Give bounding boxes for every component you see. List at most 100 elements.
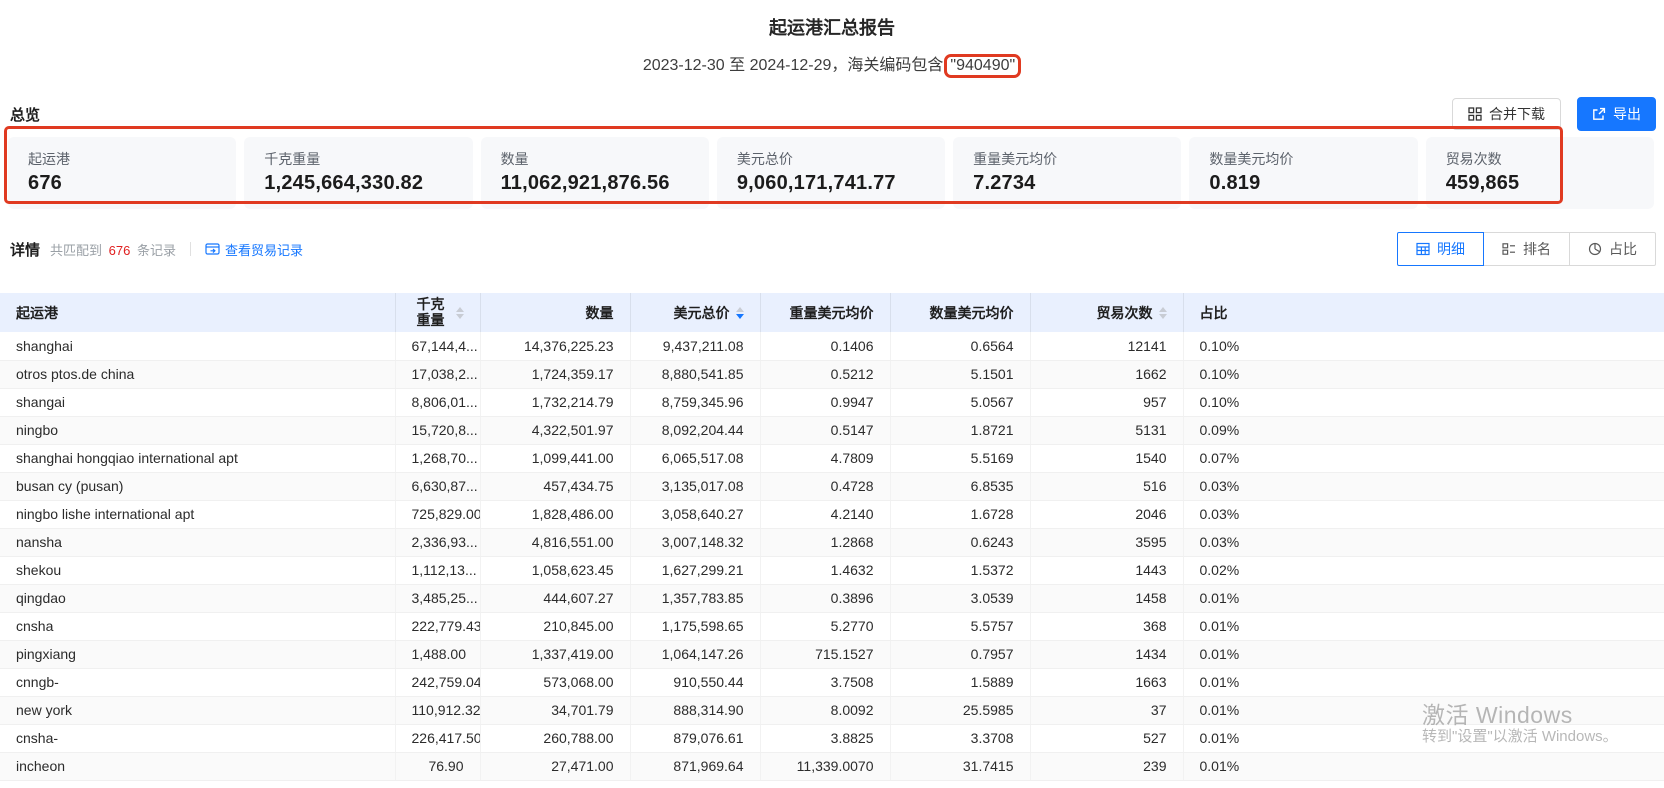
report-page: 起运港汇总报告 2023-12-30 至 2024-12-29，海关编码包含"9…: [0, 0, 1664, 788]
header-usd_total-inner: 美元总价: [631, 303, 760, 323]
cell-trade_count: 1662: [1030, 360, 1183, 388]
cell-quantity: 1,724,359.17: [480, 360, 630, 388]
sort-caret-down-icon: [736, 314, 744, 319]
summary-card-label: 美元总价: [737, 149, 925, 169]
cell-weight_kg: 76.90: [395, 752, 480, 780]
cell-weight_kg: 17,038,2...: [395, 360, 480, 388]
header-trade_count[interactable]: 贸易次数: [1030, 293, 1183, 332]
summary-card-value: 7.2734: [973, 172, 1161, 195]
summary-card: 千克重量1,245,664,330.82: [244, 137, 472, 209]
tab-rank-label: 排名: [1523, 239, 1551, 259]
cell-weight_kg: 1,112,13...: [395, 556, 480, 584]
sort-caret-up-icon: [456, 307, 464, 312]
tab-detail[interactable]: 明细: [1397, 232, 1484, 266]
cell-share: 0.01%: [1183, 668, 1664, 696]
table-row: shanghai67,144,4...14,376,225.239,437,21…: [0, 332, 1664, 360]
summary-card: 起运港676: [8, 137, 236, 209]
header-avg_usd_per_qty: 数量美元均价: [890, 293, 1030, 332]
cell-share: 0.10%: [1183, 388, 1664, 416]
cell-quantity: 210,845.00: [480, 612, 630, 640]
cell-trade_count: 1540: [1030, 444, 1183, 472]
summary-card-label: 重量美元均价: [973, 149, 1161, 169]
summary-card-value: 9,060,171,741.77: [737, 172, 925, 195]
cell-avg_usd_per_weight: 8.0092: [760, 696, 890, 724]
table-row: busan cy (pusan)6,630,87...457,434.753,1…: [0, 472, 1664, 500]
table-row: cnngb-242,759.04573,068.00910,550.443.75…: [0, 668, 1664, 696]
subtitle-text: 2023-12-30 至 2024-12-29，海关编码包含: [643, 57, 944, 74]
cell-port: cnsha-: [0, 724, 395, 752]
cell-port: cnngb-: [0, 668, 395, 696]
cell-share: 0.07%: [1183, 444, 1664, 472]
cell-avg_usd_per_weight: 1.2868: [760, 528, 890, 556]
cell-usd_total: 3,007,148.32: [630, 528, 760, 556]
cell-share: 0.03%: [1183, 500, 1664, 528]
cell-quantity: 1,058,623.45: [480, 556, 630, 584]
cell-avg_usd_per_weight: 0.3896: [760, 584, 890, 612]
cell-share: 0.10%: [1183, 332, 1664, 360]
export-button[interactable]: 导出: [1577, 97, 1656, 131]
cell-quantity: 4,322,501.97: [480, 416, 630, 444]
cell-port: otros ptos.de china: [0, 360, 395, 388]
view-trade-records-link[interactable]: 查看贸易记录: [205, 240, 303, 259]
tab-share[interactable]: 占比: [1569, 232, 1656, 266]
cell-avg_usd_per_qty: 5.0567: [890, 388, 1030, 416]
summary-card: 美元总价 9,060,171,741.77: [717, 137, 945, 209]
page-title: 起运港汇总报告: [0, 0, 1664, 40]
cell-avg_usd_per_qty: 0.6243: [890, 528, 1030, 556]
cell-quantity: 1,732,214.79: [480, 388, 630, 416]
cell-usd_total: 1,175,598.65: [630, 612, 760, 640]
matched-suffix: 条记录: [137, 243, 176, 258]
cell-trade_count: 3595: [1030, 528, 1183, 556]
overview-bar: 总览 合并下载 导出: [10, 97, 1656, 131]
table-row: ningbo15,720,8...4,322,501.978,092,204.4…: [0, 416, 1664, 444]
summary-card-label: 起运港: [28, 149, 216, 169]
annotation-box-hscode: "940490": [944, 54, 1021, 78]
detail-bar: 详情 共匹配到 676 条记录 查看贸易记录 明细排名占比: [10, 231, 1656, 267]
header-share-label: 占比: [1200, 303, 1228, 323]
cell-quantity: 14,376,225.23: [480, 332, 630, 360]
cell-weight_kg: 6,630,87...: [395, 472, 480, 500]
cell-weight_kg: 226,417.50: [395, 724, 480, 752]
header-weight_kg-inner: 千克重量: [396, 297, 480, 328]
matched-prefix: 共匹配到: [50, 243, 102, 258]
cell-avg_usd_per_weight: 3.7508: [760, 668, 890, 696]
table-row: shangai8,806,01...1,732,214.798,759,345.…: [0, 388, 1664, 416]
pie-icon: [1588, 242, 1602, 256]
matched-records-text: 共匹配到 676 条记录: [50, 240, 176, 259]
cell-quantity: 1,828,486.00: [480, 500, 630, 528]
sort-caret-down-icon: [1159, 314, 1167, 319]
cell-avg_usd_per_qty: 31.7415: [890, 752, 1030, 780]
merge-download-button[interactable]: 合并下载: [1452, 98, 1561, 130]
cell-quantity: 457,434.75: [480, 472, 630, 500]
cell-usd_total: 1,357,783.85: [630, 584, 760, 612]
table-row: shanghai hongqiao international apt1,268…: [0, 444, 1664, 472]
cell-quantity: 444,607.27: [480, 584, 630, 612]
cell-trade_count: 1434: [1030, 640, 1183, 668]
cell-port: ningbo: [0, 416, 395, 444]
summary-card: 重量美元均价 7.2734: [953, 137, 1181, 209]
cell-avg_usd_per_qty: 5.5169: [890, 444, 1030, 472]
sort-caret-down-icon: [456, 314, 464, 319]
cell-port: nansha: [0, 528, 395, 556]
tab-rank[interactable]: 排名: [1483, 232, 1570, 266]
merge-cells-icon: [1468, 107, 1482, 121]
cell-avg_usd_per_qty: 0.7957: [890, 640, 1030, 668]
cell-weight_kg: 2,336,93...: [395, 528, 480, 556]
cell-avg_usd_per_weight: 0.9947: [760, 388, 890, 416]
cell-avg_usd_per_weight: 0.4728: [760, 472, 890, 500]
header-weight_kg[interactable]: 千克重量: [395, 293, 480, 332]
tab-detail-label: 明细: [1437, 239, 1465, 259]
cell-avg_usd_per_qty: 5.1501: [890, 360, 1030, 388]
header-avg_usd_per_qty-label: 数量美元均价: [930, 303, 1014, 323]
header-usd_total[interactable]: 美元总价: [630, 293, 760, 332]
summary-card: 贸易次数459,865: [1426, 137, 1654, 209]
cell-port: shangai: [0, 388, 395, 416]
table-row: cnsha-226,417.50260,788.00879,076.613.88…: [0, 724, 1664, 752]
detail-table: 起运港千克重量数量美元总价重量美元均价数量美元均价贸易次数占比 shanghai…: [0, 293, 1664, 781]
summary-card: 数量11,062,921,876.56: [481, 137, 709, 209]
cell-port: incheon: [0, 752, 395, 780]
cell-usd_total: 8,092,204.44: [630, 416, 760, 444]
cell-weight_kg: 67,144,4...: [395, 332, 480, 360]
cell-share: 0.03%: [1183, 472, 1664, 500]
cell-quantity: 260,788.00: [480, 724, 630, 752]
